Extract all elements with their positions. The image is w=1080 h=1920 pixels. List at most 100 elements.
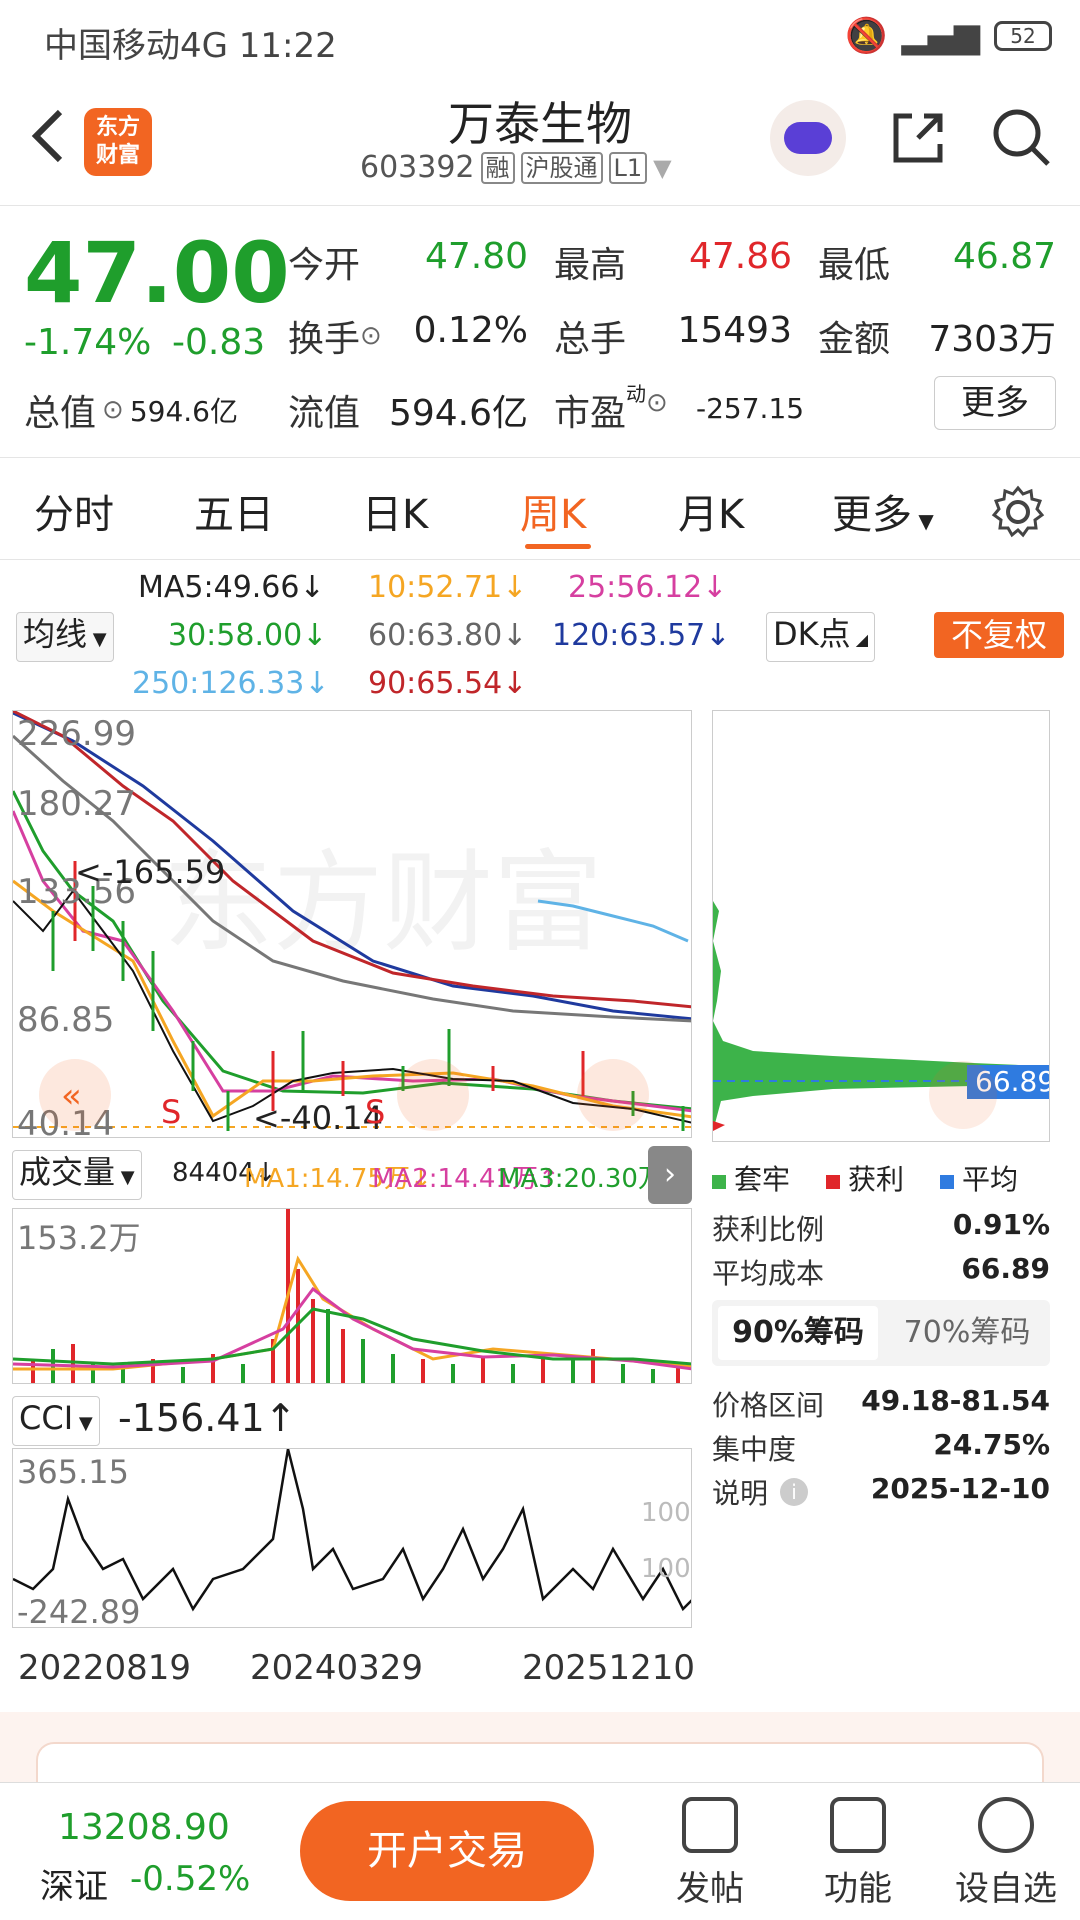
amount-value: 7303万 [928,319,1056,360]
sell-marker: S [365,1093,385,1131]
stock-code-row[interactable]: 603392 融 沪股通 L1 ▼ [360,150,672,185]
tab-five-day[interactable]: 五日 [194,482,274,540]
volume-value: 15493 [677,310,792,351]
price-range-label: 价格区间 [712,1389,825,1422]
ma25-value: 25:56.12↓ [568,570,728,605]
x-tick-1: 20220819 [18,1648,192,1688]
cci-level-100: 100 [641,1498,691,1528]
tab-weekly-k[interactable]: 周K [520,482,586,540]
cci-ybot: -242.89 [17,1593,141,1628]
more-dots-circle-icon [978,1797,1034,1853]
avg-cost-label: 平均成本 [712,1257,825,1290]
chip-svg: 66.89 [713,901,1049,1131]
pe-label: 市盈动 ⊙ [554,382,668,434]
svg-text:«: « [61,1076,82,1116]
cci-value: -156.41↑ [118,1396,297,1440]
mute-icon: 🔕 [845,16,888,56]
min-price-note: <-40.14 [253,1099,383,1137]
max-price-note: <-165.59 [75,853,225,891]
float-value: 594.6亿 [388,393,528,434]
chip-tabs: 90%筹码 70%筹码 [712,1300,1050,1366]
header: 东方 财富 万泰生物 603392 融 沪股通 L1 ▼ [0,78,1080,206]
concentration-value: 24.75% [933,1428,1050,1461]
concentration-label: 集中度 [712,1433,797,1466]
volume-svg: 153.2万 [13,1209,691,1383]
stock-code: 603392 [360,150,475,185]
x-tick-3: 20251210 [522,1648,696,1688]
high-label: 最高 [554,245,627,286]
caret-down-icon: ▼ [653,153,672,182]
open-value: 47.80 [424,236,528,277]
tab-chip-90[interactable]: 90%筹码 [718,1306,878,1360]
tab-daily-k[interactable]: 日K [362,482,428,540]
info-icon: i [780,1478,809,1506]
assistant-robot-icon[interactable] [770,100,846,176]
settings-gear-icon[interactable] [990,484,1046,540]
dk-point-button[interactable]: DK点 ◢ [766,612,876,662]
pe-value: -257.15 [696,392,805,425]
cci-selector[interactable]: CCI ▼ [12,1396,100,1446]
period-tabs: 分时 五日 日K 周K 月K 更多 ▼ [0,460,1080,560]
ma120-value: 120:63.57↓ [552,618,731,653]
high-value: 47.86 [688,236,792,277]
open-label: 今开 [288,245,361,286]
ma10-value: 10:52.71↓ [368,570,528,605]
more-dots-icon: ⊙ [646,388,668,418]
price-range-value: 49.18-81.54 [861,1384,1050,1417]
tag-connect: 沪股通 [520,151,603,184]
grid-icon [830,1797,886,1853]
active-tab-indicator [525,544,591,549]
float-label: 流值 [288,393,361,434]
bottom-bar: 13208.90 深证 -0.52% 开户交易 发帖 功能 设自选 [0,1782,1080,1920]
expand-arrow-icon[interactable]: › [648,1146,692,1204]
turnover-label: 换手 ⊙ [288,319,382,360]
status-time: 中国移动4G 11:22 [44,26,337,66]
index-name[interactable]: 深证 [40,1859,108,1908]
ma5-value: MA5:49.66↓ [138,570,325,605]
battery-icon: 52 [994,21,1052,51]
tag-margin: 融 [480,151,515,184]
search-icon[interactable] [990,106,1052,168]
total-mcap: 总值 ⊙ 594.6亿 [24,393,238,434]
tab-monthly-k[interactable]: 月K [678,482,744,540]
ma90-value: 90:65.54↓ [368,666,528,701]
index-value[interactable]: 13208.90 [58,1807,230,1848]
signal-icon: ▂▄▆ [901,16,980,56]
post-button[interactable]: 发帖 [650,1797,770,1910]
open-account-trade-button[interactable]: 开户交易 [300,1801,594,1901]
volume-label: 总手 [554,319,627,360]
tab-chip-70[interactable]: 70%筹码 [892,1306,1042,1360]
low-label: 最低 [818,245,891,286]
ma250-value: 250:126.33↓ [132,666,330,701]
note-label[interactable]: 说明 i [712,1472,809,1512]
low-value: 46.87 [952,236,1056,277]
x-tick-2: 20240329 [250,1648,424,1688]
profit-ratio-value: 0.91% [952,1208,1050,1241]
avg-cost-value: 66.89 [961,1252,1050,1285]
cci-chart[interactable]: 365.15 -242.89 100 100 [12,1448,692,1628]
y-tick-1: 226.99 [17,714,136,754]
tab-intraday[interactable]: 分时 [34,482,114,540]
quote-panel: 47.00 -1.74% -0.83 总值 ⊙ 594.6亿 今开 47.80 最高… [0,208,1080,458]
function-button[interactable]: 功能 [798,1797,918,1910]
more-button[interactable]: 更多 [934,376,1056,430]
volume-indicator-selector[interactable]: 成交量 ▼ [12,1150,142,1200]
add-watchlist-button[interactable]: 设自选 [946,1797,1066,1910]
index-change[interactable]: -0.52% [130,1859,250,1899]
change-amount: -0.83 [172,322,266,363]
last-price: 47.00 [24,224,290,322]
chip-distribution-chart[interactable]: 66.89 [712,710,1050,1142]
volume-chart[interactable]: 153.2万 [12,1208,692,1384]
amount-label: 金额 [818,319,891,360]
chip-legend: 套牢 获利 平均 [712,1158,1018,1198]
cci-ytop: 365.15 [17,1453,129,1491]
tab-more[interactable]: 更多 ▼ [832,482,934,540]
y-tick-2: 180.27 [17,784,136,824]
adjust-button[interactable]: 不复权 [934,612,1064,658]
ma-selector[interactable]: 均线 ▼ [16,612,114,662]
ma60-value: 60:63.80↓ [368,618,528,653]
edit-icon [682,1797,738,1853]
profit-ratio-label: 获利比例 [712,1213,825,1246]
share-icon[interactable] [888,108,948,168]
kline-chart[interactable]: 东方财富 226.99 180.27 133.56 86.85 40.14 <-… [12,710,692,1138]
